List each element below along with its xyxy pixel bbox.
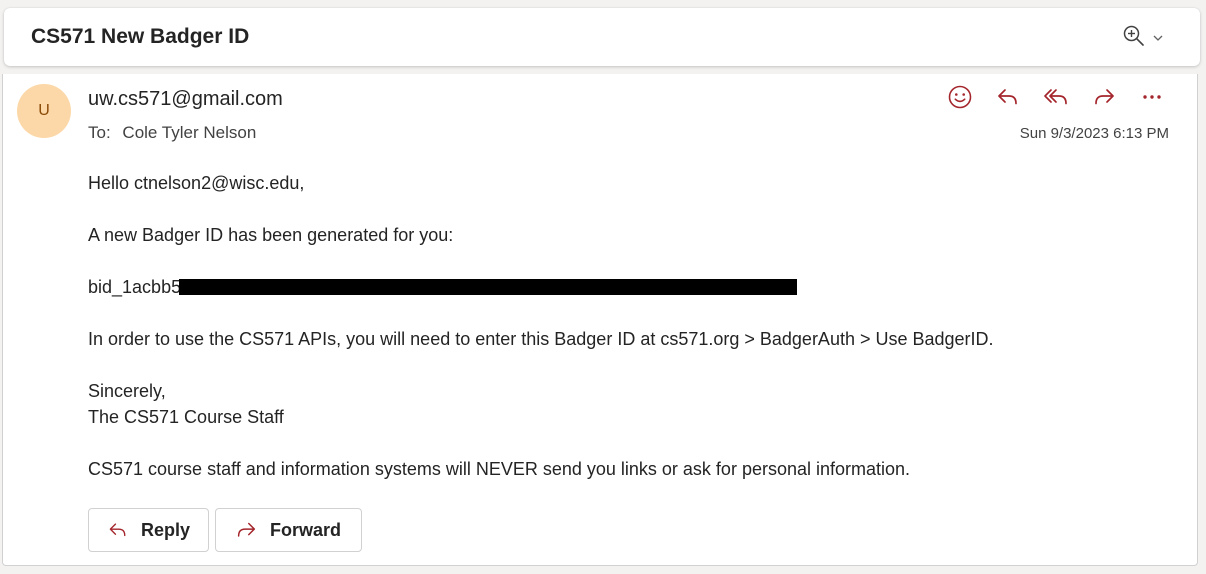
instructions-text: In order to use the CS571 APIs, you will…	[88, 329, 994, 349]
recipient-name[interactable]: Cole Tyler Nelson	[122, 123, 256, 142]
forward-button-label: Forward	[270, 519, 342, 540]
message-card: U uw.cs571@gmail.com To: Cole Tyler Nels…	[2, 74, 1198, 566]
forward-button[interactable]: Forward	[215, 508, 362, 552]
redaction-bar	[179, 279, 798, 296]
sender-address[interactable]: uw.cs571@gmail.com	[88, 88, 283, 111]
avatar: U	[17, 84, 71, 138]
badger-id-line: bid_1acbb5	[88, 274, 1177, 300]
subject-bar: CS571 New Badger ID	[4, 8, 1200, 66]
forward-action-button[interactable]	[1087, 82, 1121, 112]
signature: The CS571 Course Staff	[88, 407, 284, 427]
footer-buttons: Reply Forward	[88, 508, 362, 552]
intro-text: A new Badger ID has been generated for y…	[88, 225, 454, 245]
more-actions-button[interactable]	[1135, 82, 1169, 112]
security-notice: CS571 course staff and information syste…	[88, 459, 911, 479]
zoom-in-icon	[1123, 25, 1144, 46]
react-button[interactable]	[943, 82, 977, 112]
forward-icon	[1095, 89, 1114, 105]
closing: Sincerely,	[88, 381, 166, 401]
recipient-line: To: Cole Tyler Nelson	[88, 123, 256, 143]
chevron-down-icon	[1153, 35, 1163, 41]
message-actions	[943, 82, 1169, 112]
to-label: To:	[88, 123, 111, 142]
more-actions-icon	[1143, 95, 1161, 99]
reply-all-icon	[1044, 89, 1067, 105]
reply-button[interactable]: Reply	[88, 508, 209, 552]
emoji-react-icon	[948, 85, 972, 109]
badger-id-prefix: bid_1acbb5	[88, 277, 182, 297]
sent-date: Sun 9/3/2023 6:13 PM	[1019, 125, 1169, 142]
reply-all-action-button[interactable]	[1039, 82, 1073, 112]
reply-button-label: Reply	[140, 519, 190, 540]
message-body: Hello ctnelson2@wisc.edu, A new Badger I…	[88, 170, 1177, 482]
email-subject: CS571 New Badger ID	[31, 25, 250, 48]
reply-icon	[998, 89, 1017, 105]
greeting: Hello ctnelson2@wisc.edu,	[88, 173, 305, 193]
reply-icon	[109, 523, 126, 537]
zoom-control[interactable]	[1122, 24, 1170, 50]
forward-icon	[237, 522, 256, 537]
reply-action-button[interactable]	[991, 82, 1025, 112]
